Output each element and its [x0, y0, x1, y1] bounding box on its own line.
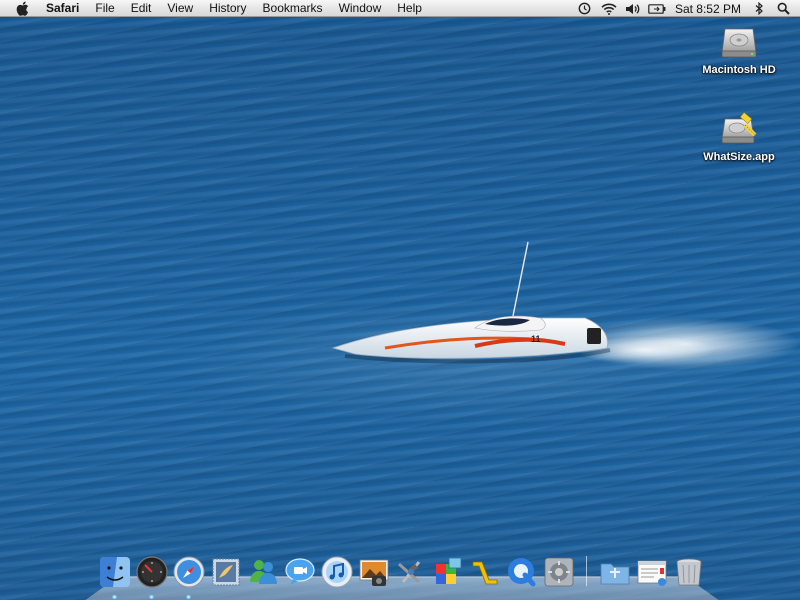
system-preferences-icon — [544, 557, 573, 587]
dock-separator — [586, 556, 587, 586]
dock-xcode[interactable] — [393, 554, 429, 590]
menu-help[interactable]: Help — [389, 0, 430, 17]
itunes-icon — [321, 556, 352, 588]
dock-itunes[interactable] — [319, 554, 355, 590]
desktop-icon-label: WhatSize.app — [703, 151, 775, 163]
menu-extras: Sat 8:52 PM — [573, 0, 800, 17]
dock-system-preferences[interactable] — [541, 554, 577, 590]
trash-icon — [676, 558, 701, 586]
desktop-icon-label: Macintosh HD — [702, 64, 776, 76]
dock-quicktime[interactable] — [504, 554, 540, 590]
dock-applications-folder[interactable] — [597, 554, 633, 590]
desktop-icon-macintosh-hd[interactable]: Macintosh HD — [694, 22, 784, 76]
hard-drive-icon — [719, 22, 759, 62]
desktop-icon-whatsize[interactable]: WhatSize.app — [694, 109, 784, 163]
dashboard-icon — [135, 556, 168, 588]
bluetooth-icon[interactable] — [750, 0, 768, 17]
menu-bar: Safari File Edit View History Bookmarks … — [0, 0, 800, 17]
battery-icon[interactable] — [648, 0, 666, 17]
whatsize-app-icon — [719, 109, 759, 149]
running-indicator — [112, 595, 117, 599]
menu-file[interactable]: File — [87, 0, 122, 17]
volume-icon[interactable] — [624, 0, 642, 17]
mail-icon — [212, 558, 239, 586]
menu-view[interactable]: View — [159, 0, 201, 17]
menu-window[interactable]: Window — [331, 0, 390, 17]
dock-finder[interactable] — [97, 554, 133, 599]
dock — [96, 552, 707, 599]
ichat-icon — [284, 558, 315, 585]
xcode-icon — [397, 561, 420, 584]
dock-messenger[interactable] — [245, 554, 281, 590]
office-remote-desktop-icon — [435, 557, 461, 584]
dock-safari[interactable] — [171, 554, 207, 599]
applications-folder-icon — [600, 563, 629, 585]
dock-mail[interactable] — [208, 554, 244, 590]
finder-icon — [99, 557, 130, 587]
apple-icon[interactable] — [14, 0, 30, 16]
messenger-icon — [249, 560, 277, 584]
quicktime-icon — [507, 558, 535, 587]
dock-remote-desktop[interactable] — [430, 554, 466, 590]
menu-app-safari[interactable]: Safari — [42, 0, 87, 17]
dock-ichat[interactable] — [282, 554, 318, 590]
safari-icon — [173, 556, 204, 588]
wallpaper-speedboat: 11 — [325, 238, 800, 393]
dock-downloads-stack[interactable] — [634, 554, 670, 590]
downloads-stack-icon — [637, 560, 666, 586]
menu-edit[interactable]: Edit — [123, 0, 160, 17]
dock-dashboard[interactable] — [134, 554, 170, 599]
menu-bookmarks[interactable]: Bookmarks — [255, 0, 331, 17]
running-indicator — [186, 595, 191, 599]
menu-history[interactable]: History — [201, 0, 254, 17]
office-icon — [472, 561, 497, 585]
time-machine-icon[interactable] — [576, 0, 594, 17]
wifi-icon[interactable] — [600, 0, 618, 17]
spotlight-search-icon[interactable] — [774, 0, 792, 17]
iphoto-icon — [359, 559, 388, 586]
dock-iphoto[interactable] — [356, 554, 392, 590]
dock-office[interactable] — [467, 554, 503, 590]
svg-text:11: 11 — [531, 334, 541, 344]
menubar-clock[interactable]: Sat 8:52 PM — [669, 2, 747, 16]
dock-trash[interactable] — [671, 554, 707, 590]
running-indicator — [149, 595, 154, 599]
